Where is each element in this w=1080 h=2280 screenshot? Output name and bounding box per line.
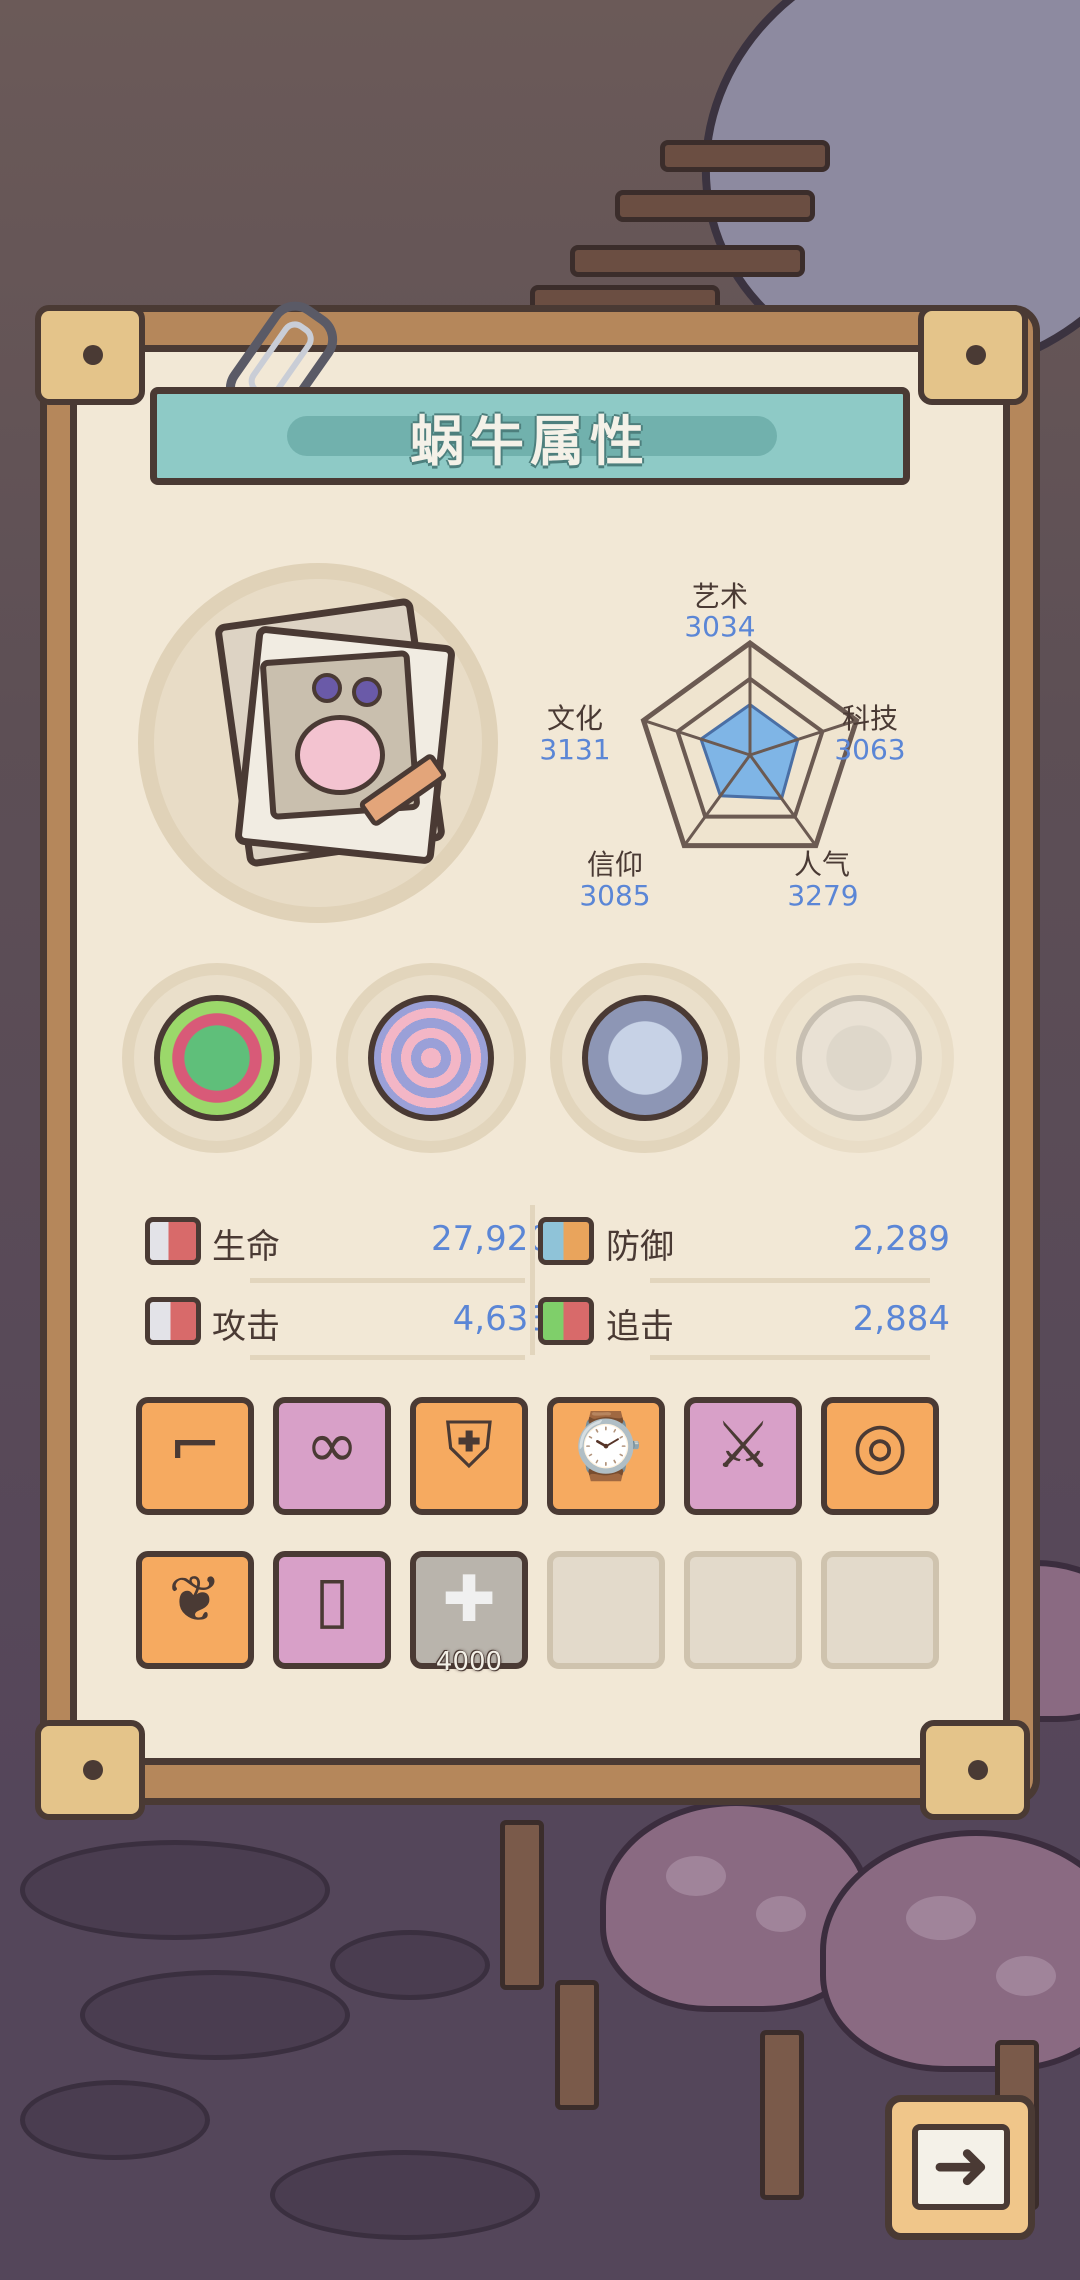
medal-slot[interactable] xyxy=(336,963,526,1153)
equipment-slot-empty[interactable] xyxy=(547,1551,665,1669)
attribute-label: 文化 xyxy=(546,702,603,735)
stat-pursuit-label: 追击 xyxy=(606,1307,674,1347)
sword-bar-icon xyxy=(145,1297,201,1345)
panel-corner-bracket xyxy=(35,1720,145,1820)
stat-defense-label: 防御 xyxy=(606,1227,674,1267)
wrist-device-icon: ⌚ xyxy=(566,1410,646,1484)
attribute-value: 3085 xyxy=(579,879,651,912)
stat-defense-value: 2,289 xyxy=(852,1219,950,1259)
chain-icon: ∞ xyxy=(305,1409,359,1483)
shield-bar-icon xyxy=(538,1217,594,1265)
stat-attack-label: 攻击 xyxy=(212,1307,280,1347)
equipment-slot-empty[interactable] xyxy=(684,1551,802,1669)
attribute-value: 3279 xyxy=(787,879,859,912)
cross-token-icon: ✚ xyxy=(442,1563,496,1637)
panel-corner-bracket xyxy=(35,305,145,405)
attribute-label: 信仰 xyxy=(586,848,643,881)
attribute-value: 3034 xyxy=(684,610,756,643)
item-count-badge: 4000 xyxy=(435,1647,503,1677)
pistol-icon: ⌐ xyxy=(168,1409,222,1483)
medal-slot[interactable] xyxy=(122,963,312,1153)
panel-corner-bracket xyxy=(920,1720,1030,1820)
snail-icon xyxy=(295,715,385,795)
equipment-slot-ring[interactable]: ◎ xyxy=(821,1397,939,1515)
compass-icon xyxy=(582,995,708,1121)
stat-hp-label: 生命 xyxy=(212,1227,280,1267)
panel-corner-bracket xyxy=(918,305,1028,405)
crossed-blades-icon: ⚔ xyxy=(714,1409,772,1483)
medal-slot[interactable] xyxy=(764,963,954,1153)
attribute-value: 3063 xyxy=(834,733,906,766)
next-button[interactable]: ➜ xyxy=(885,2095,1035,2240)
attribute-value: 3131 xyxy=(539,733,611,766)
ring-icon: ◎ xyxy=(852,1409,908,1483)
feathered-hat-icon: ❦ xyxy=(168,1563,222,1637)
snail-attributes-panel: 蜗牛属性 艺术 3034 科技 3063 人气 3279 信仰 3085 文化 … xyxy=(35,290,1040,1820)
combat-stats: 生命 27,920 防御 2,289 攻击 4,633 追击 2,884 xyxy=(120,1185,960,1360)
equipment-slot-armor[interactable]: ⛨ xyxy=(410,1397,528,1515)
equipment-slot-blades[interactable]: ⚔ xyxy=(684,1397,802,1515)
stat-pursuit-value: 2,884 xyxy=(852,1299,950,1339)
attribute-label: 艺术 xyxy=(691,580,748,613)
tentacle-medal-icon xyxy=(154,995,280,1121)
medal-slot[interactable] xyxy=(550,963,740,1153)
arrow-bar-icon xyxy=(538,1297,594,1345)
equipment-slot-wrist-device[interactable]: ⌚ xyxy=(547,1397,665,1515)
attribute-label: 人气 xyxy=(793,848,850,881)
armor-icon: ⛨ xyxy=(445,1409,493,1483)
spiral-shell-icon xyxy=(368,995,494,1121)
page-title: 蜗牛属性 xyxy=(410,409,650,473)
equipment-slot-banner[interactable]: ▯ xyxy=(273,1551,391,1669)
equipment-slot-cross-token[interactable]: ✚ 4000 xyxy=(410,1551,528,1677)
attribute-label: 科技 xyxy=(841,702,898,735)
heart-bar-icon xyxy=(145,1217,201,1265)
right-arrow-icon: ➜ xyxy=(912,2124,1010,2210)
equipment-slot-pistol[interactable]: ⌐ xyxy=(136,1397,254,1515)
chained-bomb-icon xyxy=(796,995,922,1121)
title-banner: 蜗牛属性 xyxy=(150,387,910,485)
equipment-slot-empty[interactable] xyxy=(821,1551,939,1669)
equipment-slot-hat[interactable]: ❦ xyxy=(136,1551,254,1669)
equipment-slot-chain[interactable]: ∞ xyxy=(273,1397,391,1515)
scroll-banner-icon: ▯ xyxy=(314,1563,350,1637)
